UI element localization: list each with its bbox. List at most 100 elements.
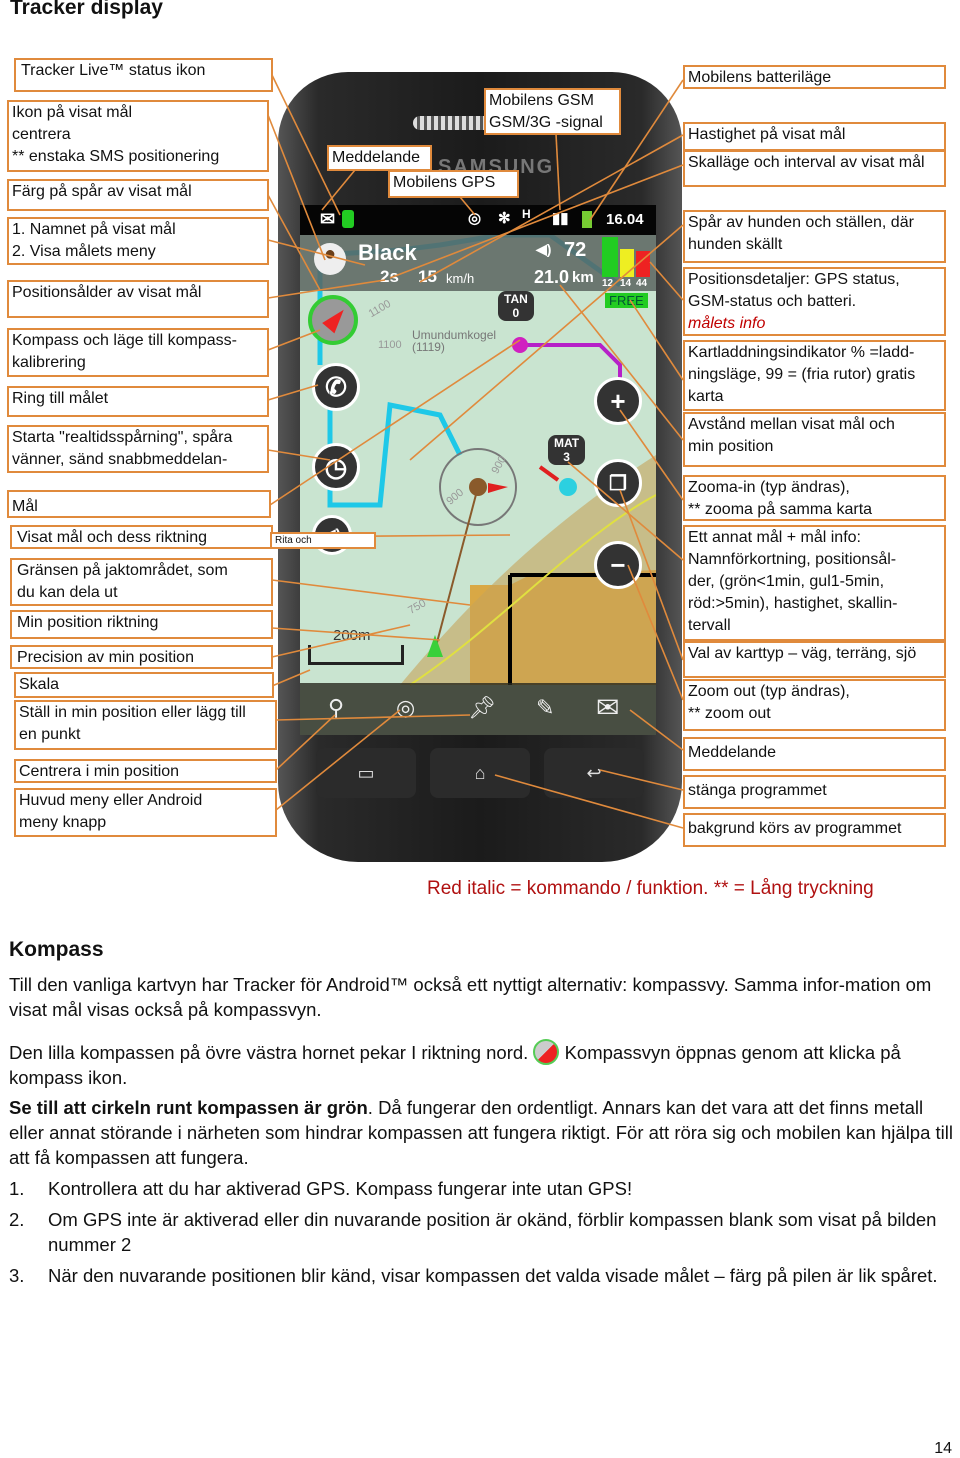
label-battery: Mobilens batteriläge (683, 65, 946, 89)
bottom-toolbar: ⚲ ◎ 📌︎ ✎ ✉ (300, 683, 656, 735)
label-target-name: 1. Namnet på visat mål 2. Visa målets me… (7, 217, 269, 265)
scale-bar: 200m (308, 627, 404, 665)
label-target: Mål (7, 490, 271, 518)
back-hardware-button[interactable]: ↩ (544, 748, 644, 798)
push-pin-icon[interactable]: 📌︎ (468, 695, 496, 721)
label-zoom-in: Zooma-in (typ ändras), ** zooma på samma… (683, 475, 946, 521)
map-load-indicator: FREE (605, 293, 648, 308)
label-main-menu: Huvud meny eller Android meny knapp (14, 788, 277, 837)
message-icon[interactable]: ✉ (320, 209, 335, 230)
bark-interval: 72 (564, 239, 587, 261)
paragraph-2: Den lilla kompassen på övre västra horne… (9, 1039, 954, 1090)
menu-hardware-button[interactable]: ▭ (316, 748, 416, 798)
status-bar: ✉ ◎ ✻ H ▮▮ 16.04 (300, 205, 656, 235)
compass-needle-icon (322, 304, 350, 334)
label-draw: Rita och (270, 532, 376, 549)
target-speed: 15 (418, 267, 437, 286)
page-title: Tracker display (10, 0, 163, 19)
gps-status-bar (602, 237, 618, 277)
label-compass: Kompass och läge till kompass- kalibreri… (7, 328, 269, 377)
list-item: 1. Kontrollera att du har aktiverad GPS. … (9, 1178, 633, 1199)
clock: 16.04 (606, 211, 644, 228)
zoom-out-button[interactable]: − (594, 541, 642, 589)
compass-button[interactable] (308, 295, 358, 345)
bark-icon: ◀) (536, 241, 552, 257)
compass-icon (533, 1039, 560, 1065)
page-number: 14 (934, 1440, 952, 1457)
gsm-status-bar (620, 249, 634, 277)
clock-icon: ◷ (324, 451, 348, 482)
phone-screen: ✉ ◎ ✻ H ▮▮ 16.04 ● Black 2s 15 km/h ◀) 7… (300, 205, 656, 735)
home-hardware-button[interactable]: ⌂ (430, 748, 530, 798)
contour-label: 1100 (378, 339, 402, 351)
back-icon: ↩ (586, 762, 602, 783)
target-dog-icon (469, 478, 487, 496)
gps-value: 12 (602, 278, 614, 289)
label-scale: Skala (14, 672, 274, 698)
label-position-age: Positionsålder av visat mål (7, 280, 269, 318)
gps-icon: ◎ (468, 210, 482, 227)
pencil-icon[interactable]: ✎ (536, 695, 554, 721)
label-background: bakgrund körs av programmet (683, 813, 946, 847)
label-map-type: Val av karttyp – väg, terräng, sjö (683, 641, 946, 678)
section-heading: Kompass (9, 938, 104, 961)
zoom-in-button[interactable]: + (594, 377, 642, 425)
label-map-load: Kartladdningsindikator % =ladd- ningsläg… (683, 340, 946, 411)
paragraph-3: Se till att cirkeln runt kompassen är gr… (9, 1097, 953, 1168)
label-message: Meddelande (683, 737, 946, 771)
label-target-icon: Ikon på visat mål centrera ** enstaka SM… (7, 100, 269, 172)
label-hunting-area-border: Gränsen på jaktområdet, som du kan dela … (10, 558, 273, 606)
scale-label: 200m (333, 627, 371, 644)
distance: 21.0 (534, 267, 570, 287)
minus-icon: − (610, 549, 626, 580)
target-dog-avatar-icon[interactable]: ● (314, 243, 346, 275)
battery-icon (582, 211, 592, 228)
label-distance: Avstånd mellan visat mål och min positio… (683, 412, 946, 467)
label-my-direction: Min position riktning (10, 610, 273, 639)
other-target-mat[interactable]: MAT 3 (548, 435, 586, 465)
peak-label: Umundumkogel (1119) (412, 328, 497, 354)
label-set-position: Ställ in min position eller lägg till en… (14, 700, 277, 750)
list-item: 3. När den nuvarande positionen blir känd… (9, 1265, 938, 1286)
label-other-target: Ett annat mål + mål info: Namnförkortnin… (683, 525, 946, 641)
label-gps: Mobilens GPS (388, 170, 519, 198)
layers-icon: ❐ (609, 472, 627, 495)
new-message-icon[interactable]: ✉ (596, 691, 619, 724)
realtime-tracking-button[interactable]: ◷ (312, 443, 360, 491)
paragraph-1: Till den vanliga kartvyn har Tracker för… (9, 974, 932, 1020)
gsm-value: 14 (620, 278, 632, 289)
label-speed: Hastighet på visat mål (683, 122, 946, 151)
center-position-icon[interactable]: ◎ (396, 695, 415, 721)
label-message-status: Meddelande (327, 145, 432, 171)
label-tracker-live-status: Tracker Live™ status ikon (14, 58, 273, 92)
signal-icon: ▮▮ (552, 210, 569, 227)
label-precision: Precision av min position (10, 645, 273, 669)
label-track-color: Färg på spår av visat mål (7, 179, 269, 211)
legend-note: Red italic = kommando / funktion. ** = L… (427, 878, 874, 899)
home-icon: ⌂ (474, 762, 486, 783)
bluetooth-icon: ✻ (498, 210, 511, 227)
label-close-app: stänga programmet (683, 775, 946, 809)
menu-icon: ▭ (357, 762, 375, 783)
other-target-tan[interactable]: TAN 0 (498, 291, 534, 321)
target-info-command: målets info (688, 315, 766, 332)
label-position-details: Positionsdetaljer: GPS status, GSM-statu… (683, 267, 946, 336)
list-item: 2. Om GPS inte är aktiverad eller din nuv… (9, 1209, 937, 1255)
label-call-target: Ring till målet (7, 386, 269, 417)
target-name[interactable]: Black (358, 240, 417, 266)
distance-unit: km (572, 269, 594, 286)
position-age: 2s (380, 267, 399, 286)
label-gsm-signal: Mobilens GSM GSM/3G -signal (484, 88, 621, 135)
label-zoom-out: Zoom out (typ ändras), ** zoom out (683, 679, 946, 731)
map-type-button[interactable]: ❐ (594, 459, 642, 507)
map-pin-icon[interactable]: ⚲ (328, 695, 344, 721)
plus-icon: + (610, 385, 626, 416)
battery-value: 44 (636, 278, 648, 289)
label-bark-interval: Skalläge och interval av visat mål (683, 150, 946, 187)
target-header[interactable]: ● Black 2s 15 km/h ◀) 72 21.0 km 12 14 4… (300, 235, 656, 291)
call-button[interactable]: ✆ (312, 363, 360, 411)
label-realtime-tracking: Starta "realtidsspårning", spåra vänner,… (7, 425, 269, 473)
label-dog-track: Spår av hunden och ställen, där hunden s… (683, 210, 946, 263)
label-target-direction: Visat mål och dess riktning (10, 525, 273, 549)
tracker-live-status-icon (342, 210, 354, 228)
